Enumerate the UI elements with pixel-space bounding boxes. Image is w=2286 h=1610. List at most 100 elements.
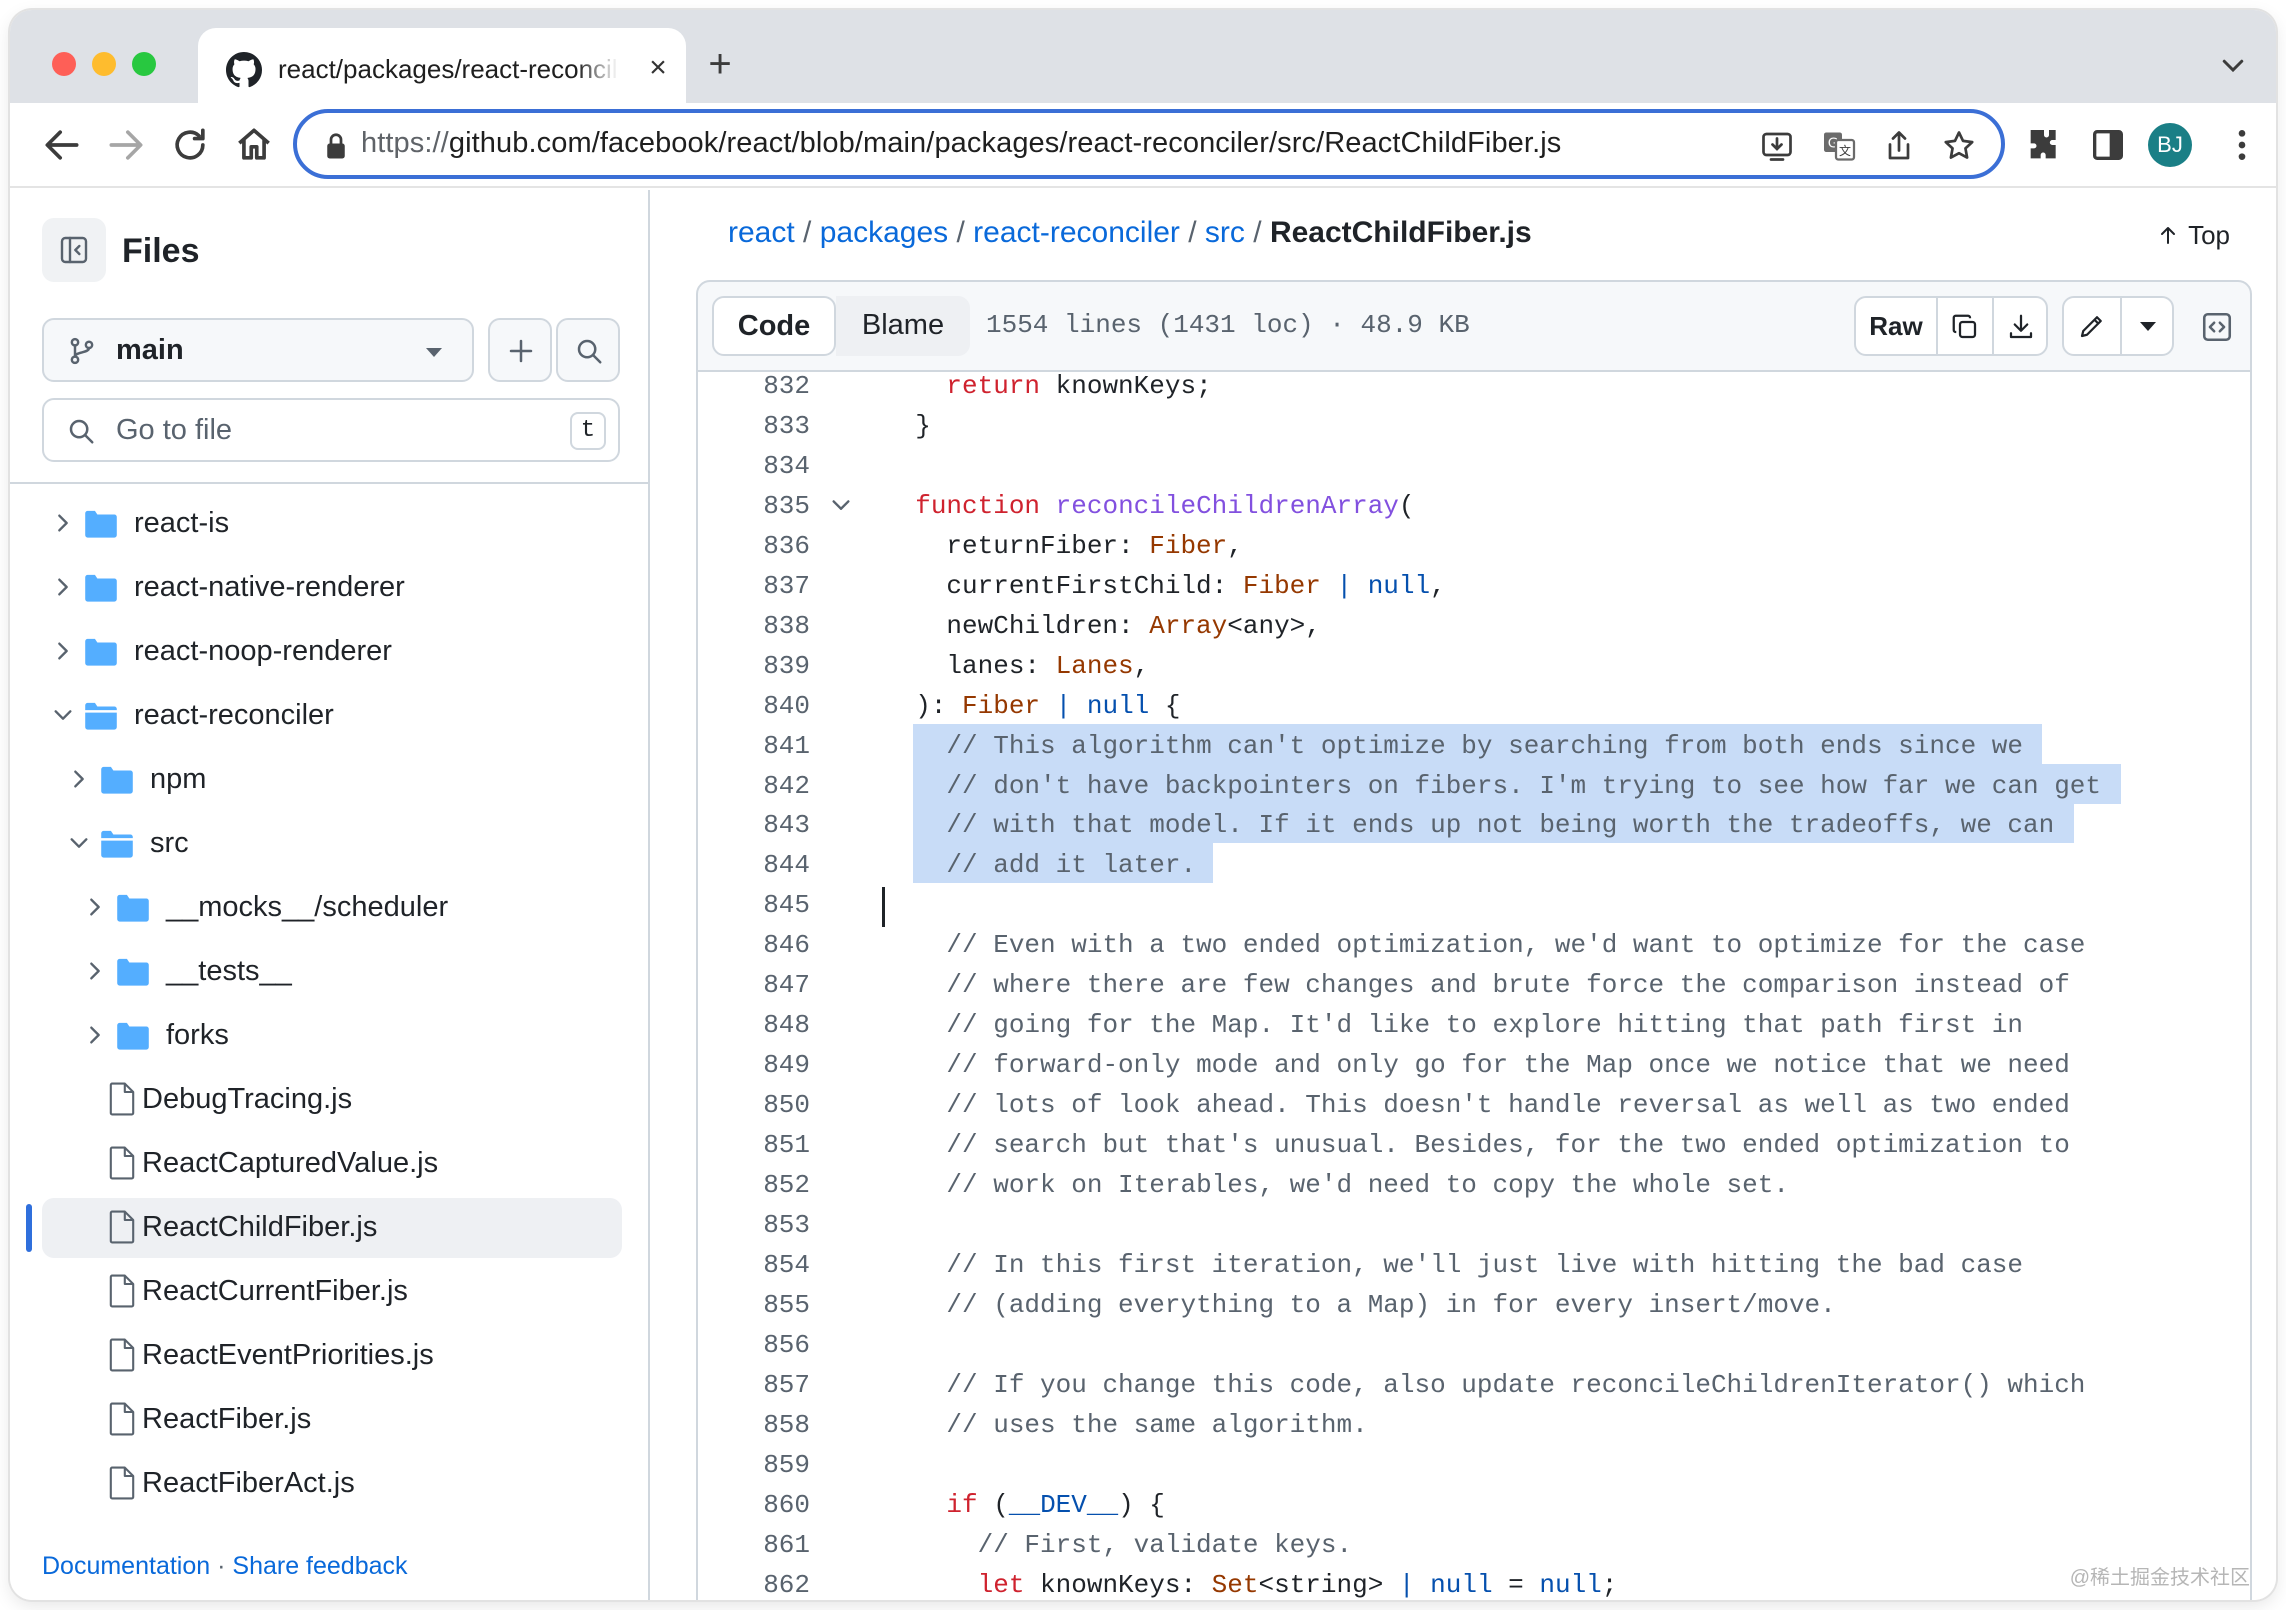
- more-vertical-icon[interactable]: [2222, 125, 2262, 165]
- tree-folder-row[interactable]: src: [42, 814, 622, 874]
- line-number[interactable]: 842: [698, 771, 810, 801]
- extensions-puzzle-icon[interactable]: [2024, 125, 2064, 165]
- line-number[interactable]: 857: [698, 1370, 810, 1400]
- translate-icon[interactable]: G 文: [1821, 128, 1857, 164]
- search-code-button[interactable]: [556, 318, 620, 382]
- tab-code[interactable]: Code: [712, 296, 836, 356]
- line-number[interactable]: 851: [698, 1130, 810, 1160]
- line-number[interactable]: 837: [698, 571, 810, 601]
- tree-folder-row[interactable]: forks: [42, 1006, 622, 1066]
- line-number[interactable]: 847: [698, 970, 810, 1000]
- line-number[interactable]: 848: [698, 1010, 810, 1040]
- line-number[interactable]: 840: [698, 691, 810, 721]
- line-number[interactable]: 846: [698, 930, 810, 960]
- share-icon[interactable]: [1881, 128, 1917, 164]
- tree-file-row[interactable]: ReactFiberAct.js: [42, 1454, 622, 1506]
- address-bar[interactable]: https://github.com/facebook/react/blob/m…: [293, 109, 2005, 179]
- line-number[interactable]: 849: [698, 1050, 810, 1080]
- line-number[interactable]: 854: [698, 1250, 810, 1280]
- chevron-down-icon[interactable]: [52, 704, 74, 726]
- tree-folder-row[interactable]: react-reconciler: [42, 686, 622, 746]
- line-number[interactable]: 856: [698, 1330, 810, 1360]
- bookmark-star-icon[interactable]: [1941, 128, 1977, 164]
- line-number[interactable]: 835: [698, 491, 810, 521]
- collapse-sidebar-button[interactable]: [42, 218, 106, 282]
- chevron-down-icon[interactable]: [2218, 50, 2248, 80]
- raw-button[interactable]: Raw: [1856, 298, 1936, 354]
- line-number[interactable]: 861: [698, 1530, 810, 1560]
- back-arrow-icon[interactable]: [40, 123, 84, 167]
- breadcrumb-react-reconciler[interactable]: react-reconciler: [973, 216, 1180, 249]
- line-number[interactable]: 845: [698, 890, 810, 920]
- close-tab-icon[interactable]: ×: [640, 50, 676, 86]
- line-number[interactable]: 843: [698, 810, 810, 840]
- forward-arrow-icon[interactable]: [104, 123, 148, 167]
- reload-icon[interactable]: [168, 123, 212, 167]
- minimize-window-button[interactable]: [92, 52, 116, 76]
- side-panel-icon[interactable]: [2088, 125, 2128, 165]
- close-window-button[interactable]: [52, 52, 76, 76]
- tree-file-row[interactable]: ReactCurrentFiber.js: [42, 1262, 622, 1322]
- chevron-right-icon[interactable]: [84, 960, 106, 982]
- breadcrumb-src[interactable]: src: [1205, 216, 1245, 249]
- line-number[interactable]: 832: [698, 372, 810, 401]
- tab-blame[interactable]: Blame: [836, 296, 970, 356]
- branch-selector[interactable]: main: [42, 318, 474, 382]
- tree-file-row[interactable]: ReactChildFiber.js: [42, 1198, 622, 1258]
- download-raw-button[interactable]: [1994, 298, 2048, 354]
- chevron-down-icon[interactable]: [68, 832, 90, 854]
- chevron-right-icon[interactable]: [52, 512, 74, 534]
- chevron-right-icon[interactable]: [84, 896, 106, 918]
- go-to-file-input[interactable]: Go to file t: [42, 398, 620, 462]
- line-number[interactable]: 836: [698, 531, 810, 561]
- line-number[interactable]: 858: [698, 1410, 810, 1440]
- chevron-right-icon[interactable]: [84, 1024, 106, 1046]
- code-view[interactable]: 832 return knownKeys; 833 } 834 835 functio…: [696, 372, 2252, 1600]
- line-number[interactable]: 850: [698, 1090, 810, 1120]
- lock-icon[interactable]: [323, 131, 349, 161]
- line-number[interactable]: 838: [698, 611, 810, 641]
- fold-chevron-icon[interactable]: [830, 498, 852, 514]
- edit-options-dropdown[interactable]: [2122, 298, 2174, 354]
- install-app-icon[interactable]: [1759, 128, 1795, 164]
- tree-folder-row[interactable]: react-native-renderer: [42, 558, 622, 618]
- home-icon[interactable]: [232, 123, 276, 167]
- line-number[interactable]: 833: [698, 411, 810, 441]
- profile-avatar[interactable]: BJ: [2148, 123, 2192, 167]
- edit-file-button[interactable]: [2064, 298, 2120, 354]
- share-feedback-link[interactable]: Share feedback: [232, 1552, 407, 1580]
- line-number[interactable]: 839: [698, 651, 810, 681]
- zoom-window-button[interactable]: [132, 52, 156, 76]
- line-number[interactable]: 852: [698, 1170, 810, 1200]
- chevron-right-icon[interactable]: [52, 576, 74, 598]
- line-number[interactable]: 853: [698, 1210, 810, 1240]
- browser-tab[interactable]: react/packages/react-reconciler ×: [198, 28, 686, 114]
- tree-item-label: npm: [150, 763, 207, 795]
- tree-folder-row[interactable]: __mocks__/scheduler: [42, 878, 622, 938]
- tree-file-row[interactable]: ReactFiber.js: [42, 1390, 622, 1450]
- tree-folder-row[interactable]: __tests__: [42, 942, 622, 1002]
- chevron-right-icon[interactable]: [68, 768, 90, 790]
- line-number[interactable]: 841: [698, 731, 810, 761]
- line-number[interactable]: 859: [698, 1450, 810, 1480]
- symbols-panel-toggle[interactable]: [2194, 296, 2242, 356]
- tree-folder-row[interactable]: npm: [42, 750, 622, 810]
- documentation-link[interactable]: Documentation: [42, 1552, 210, 1580]
- line-number[interactable]: 844: [698, 850, 810, 880]
- tree-file-row[interactable]: ReactEventPriorities.js: [42, 1326, 622, 1386]
- line-number[interactable]: 862: [698, 1570, 810, 1600]
- line-number[interactable]: 860: [698, 1490, 810, 1520]
- chevron-right-icon[interactable]: [52, 640, 74, 662]
- tree-folder-row[interactable]: react-noop-renderer: [42, 622, 622, 682]
- new-tab-icon[interactable]: +: [700, 44, 740, 86]
- line-number[interactable]: 834: [698, 451, 810, 481]
- tree-file-row[interactable]: ReactCapturedValue.js: [42, 1134, 622, 1194]
- add-file-button[interactable]: [488, 318, 552, 382]
- breadcrumb-react[interactable]: react: [728, 216, 795, 249]
- tree-file-row[interactable]: DebugTracing.js: [42, 1070, 622, 1130]
- copy-raw-button[interactable]: [1938, 298, 1992, 354]
- tree-folder-row[interactable]: react-is: [42, 494, 622, 554]
- breadcrumb-packages[interactable]: packages: [820, 216, 948, 249]
- top-button[interactable]: Top: [2156, 220, 2230, 251]
- line-number[interactable]: 855: [698, 1290, 810, 1320]
